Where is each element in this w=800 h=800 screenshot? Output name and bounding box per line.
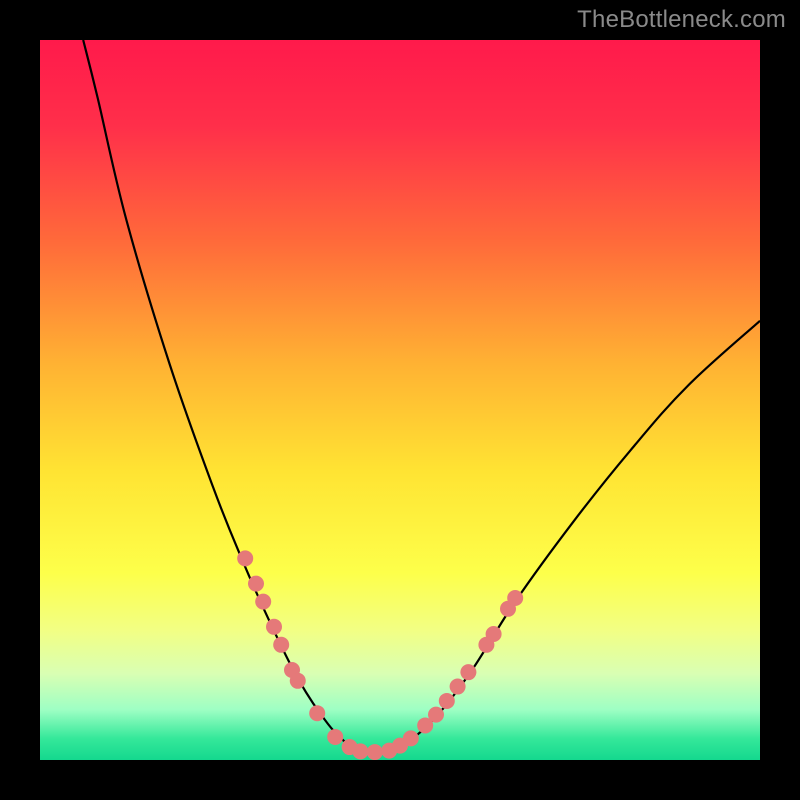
data-marker [255,594,271,610]
data-marker [309,705,325,721]
watermark-text: TheBottleneck.com [577,6,786,34]
data-marker [290,673,306,689]
data-marker [248,576,264,592]
data-marker [486,626,502,642]
data-marker [327,729,343,745]
curve-right [364,321,760,753]
data-marker [439,693,455,709]
data-marker [367,744,383,760]
data-marker [403,730,419,746]
data-markers [237,550,523,760]
curve-left [83,40,364,753]
data-marker [450,679,466,695]
data-marker [273,637,289,653]
data-marker [266,619,282,635]
chart-frame: TheBottleneck.com [0,0,800,800]
data-marker [237,550,253,566]
data-marker [460,664,476,680]
data-marker [507,590,523,606]
data-marker [352,743,368,759]
curve-layer [40,40,760,760]
plot-area [40,40,760,760]
data-marker [428,707,444,723]
